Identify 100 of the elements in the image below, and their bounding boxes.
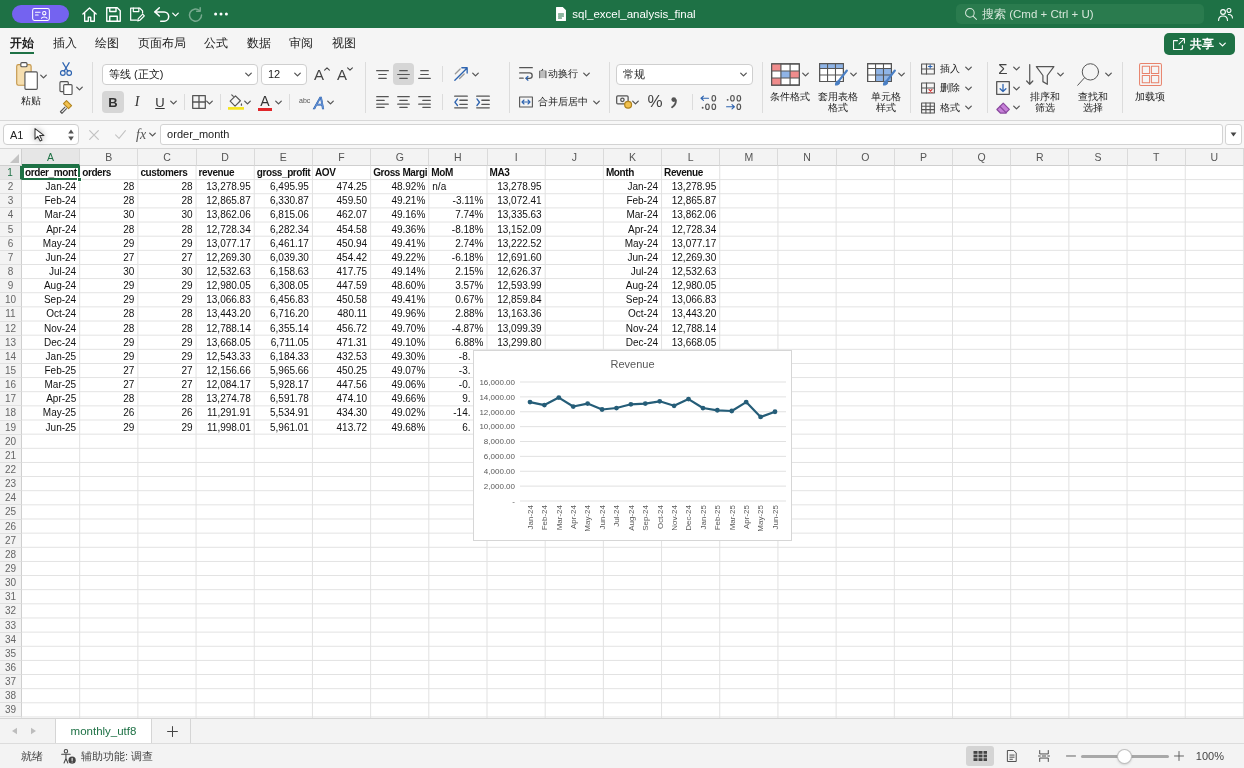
column-header[interactable]: C <box>138 149 197 166</box>
ribbon-tab[interactable]: 数据 <box>246 31 271 54</box>
sheet-tab[interactable]: monthly_utf8 <box>55 719 152 743</box>
caret-icon[interactable] <box>206 99 213 105</box>
add-ins-button[interactable]: 加载项 <box>1127 56 1173 102</box>
caret-icon[interactable] <box>1013 66 1020 72</box>
row-header[interactable]: 3 <box>0 194 22 209</box>
autosum-button[interactable]: Σ <box>996 59 1010 79</box>
ribbon-tab[interactable]: 审阅 <box>289 31 313 54</box>
conditional-formatting-button[interactable]: 条件格式 <box>767 56 813 102</box>
zoom-percent[interactable]: 100% <box>1195 750 1224 762</box>
text-effects-button[interactable]: $^{abc}$ A <box>297 91 327 113</box>
undo-icon[interactable] <box>154 6 169 22</box>
eraser-icon[interactable] <box>996 100 1010 115</box>
caret-icon[interactable] <box>472 71 479 77</box>
caret-icon[interactable] <box>1013 85 1020 91</box>
row-header[interactable]: 31 <box>0 590 22 605</box>
bold-button[interactable]: B <box>102 91 124 113</box>
column-header[interactable]: N <box>778 149 837 166</box>
row-header[interactable]: 25 <box>0 505 22 520</box>
indent-icon[interactable] <box>476 95 490 109</box>
ribbon-tab[interactable]: 插入 <box>52 31 77 54</box>
spinner-arrows-icon[interactable] <box>68 128 74 141</box>
row-header[interactable]: 16 <box>0 378 22 393</box>
caret-icon[interactable] <box>632 99 639 105</box>
sort-filter-button[interactable]: 排序和筛选 <box>1022 56 1068 113</box>
row-header[interactable]: 18 <box>0 406 22 421</box>
paint-bucket-icon[interactable] <box>228 94 244 110</box>
plus-icon[interactable] <box>167 725 178 737</box>
format-cells-button[interactable]: 格式 <box>921 98 987 118</box>
scissors-icon[interactable] <box>59 62 73 76</box>
column-header[interactable]: D <box>196 149 255 166</box>
cell-styles-button[interactable]: 单元格样式 <box>863 56 909 113</box>
format-as-table-button[interactable]: 套用表格格式 <box>815 56 861 113</box>
align-middle-button[interactable] <box>393 63 414 85</box>
ribbon-tab[interactable]: 开始 <box>10 31 34 54</box>
delete-cells-button[interactable]: 删除 <box>921 78 987 98</box>
insert-function-button[interactable]: fx <box>136 126 147 143</box>
outdent-icon[interactable] <box>454 95 468 109</box>
floppy-pencil-icon[interactable] <box>130 6 145 22</box>
row-header[interactable]: 1 <box>0 166 22 181</box>
comma-icon[interactable] <box>671 96 677 108</box>
column-header[interactable]: S <box>1069 149 1128 166</box>
ribbon-tab[interactable]: 公式 <box>204 31 228 54</box>
fill-handle-icon[interactable] <box>77 177 83 183</box>
row-header[interactable]: 4 <box>0 208 22 223</box>
underline-button[interactable]: U <box>150 91 170 113</box>
merge-center-button[interactable]: 合并后居中 <box>519 91 600 113</box>
down-arrow-box-icon[interactable] <box>996 81 1010 96</box>
font-color-button[interactable]: A <box>255 91 275 113</box>
row-header[interactable]: 30 <box>0 576 22 591</box>
column-header[interactable]: M <box>720 149 779 166</box>
column-header[interactable]: L <box>662 149 721 166</box>
column-header[interactable]: G <box>371 149 430 166</box>
slider-thumb[interactable] <box>1118 749 1132 763</box>
row-header[interactable]: 17 <box>0 392 22 407</box>
column-header[interactable]: B <box>80 149 139 166</box>
paintbrush-icon[interactable] <box>59 100 73 114</box>
percent-button[interactable]: % <box>645 91 665 113</box>
caret-icon[interactable] <box>244 99 251 105</box>
diagonal-arrow-icon[interactable] <box>454 67 468 81</box>
paste-button[interactable]: 粘贴 <box>10 62 52 108</box>
shrink-font-button[interactable]: A <box>335 63 356 85</box>
caret-icon[interactable] <box>1013 105 1020 111</box>
row-header[interactable]: 38 <box>0 689 22 704</box>
font-size-dropdown[interactable]: 12 <box>261 63 307 85</box>
caret-icon[interactable] <box>76 85 83 91</box>
share-button[interactable]: 共享 <box>1164 33 1235 55</box>
row-header[interactable]: 10 <box>0 293 22 308</box>
column-header[interactable]: F <box>312 149 372 166</box>
column-header[interactable]: E <box>254 149 313 166</box>
decimal-left-arrow-icon[interactable] <box>700 94 717 110</box>
banknote-coin-icon[interactable] <box>616 94 632 110</box>
caret-icon[interactable] <box>326 99 334 105</box>
insert-cells-button[interactable]: 插入 <box>921 59 987 79</box>
copy-icon[interactable] <box>59 81 73 95</box>
column-header[interactable]: Q <box>953 149 1012 166</box>
ribbon-tab[interactable]: 绘图 <box>95 31 119 54</box>
save-icon[interactable] <box>106 6 121 22</box>
ribbon-tab[interactable]: 页面布局 <box>137 31 186 54</box>
column-header[interactable]: K <box>603 149 663 166</box>
accessibility-button[interactable]: 辅助功能: 调查 <box>61 748 154 764</box>
wrap-text-button[interactable]: 自动换行 <box>519 63 590 85</box>
column-header[interactable]: R <box>1011 149 1070 166</box>
column-header[interactable]: O <box>836 149 895 166</box>
people-icon[interactable] <box>1218 6 1233 22</box>
column-header[interactable]: J <box>545 149 604 166</box>
caret-icon[interactable] <box>170 99 177 105</box>
column-header[interactable]: H <box>429 149 488 166</box>
font-name-dropdown[interactable]: 等线 (正文) <box>102 63 258 85</box>
ribbon-tab[interactable]: 视图 <box>331 31 356 54</box>
row-header[interactable]: 39 <box>0 703 22 718</box>
caret-icon[interactable] <box>149 132 157 137</box>
more-icon[interactable] <box>214 12 228 16</box>
caret-icon[interactable] <box>275 99 282 105</box>
column-header[interactable]: U <box>1185 149 1244 166</box>
row-header[interactable]: 9 <box>0 279 22 294</box>
find-select-button[interactable]: 查找和选择 <box>1070 56 1116 113</box>
formula-field[interactable]: order_month <box>160 124 1223 145</box>
grow-font-button[interactable]: A <box>312 63 332 85</box>
